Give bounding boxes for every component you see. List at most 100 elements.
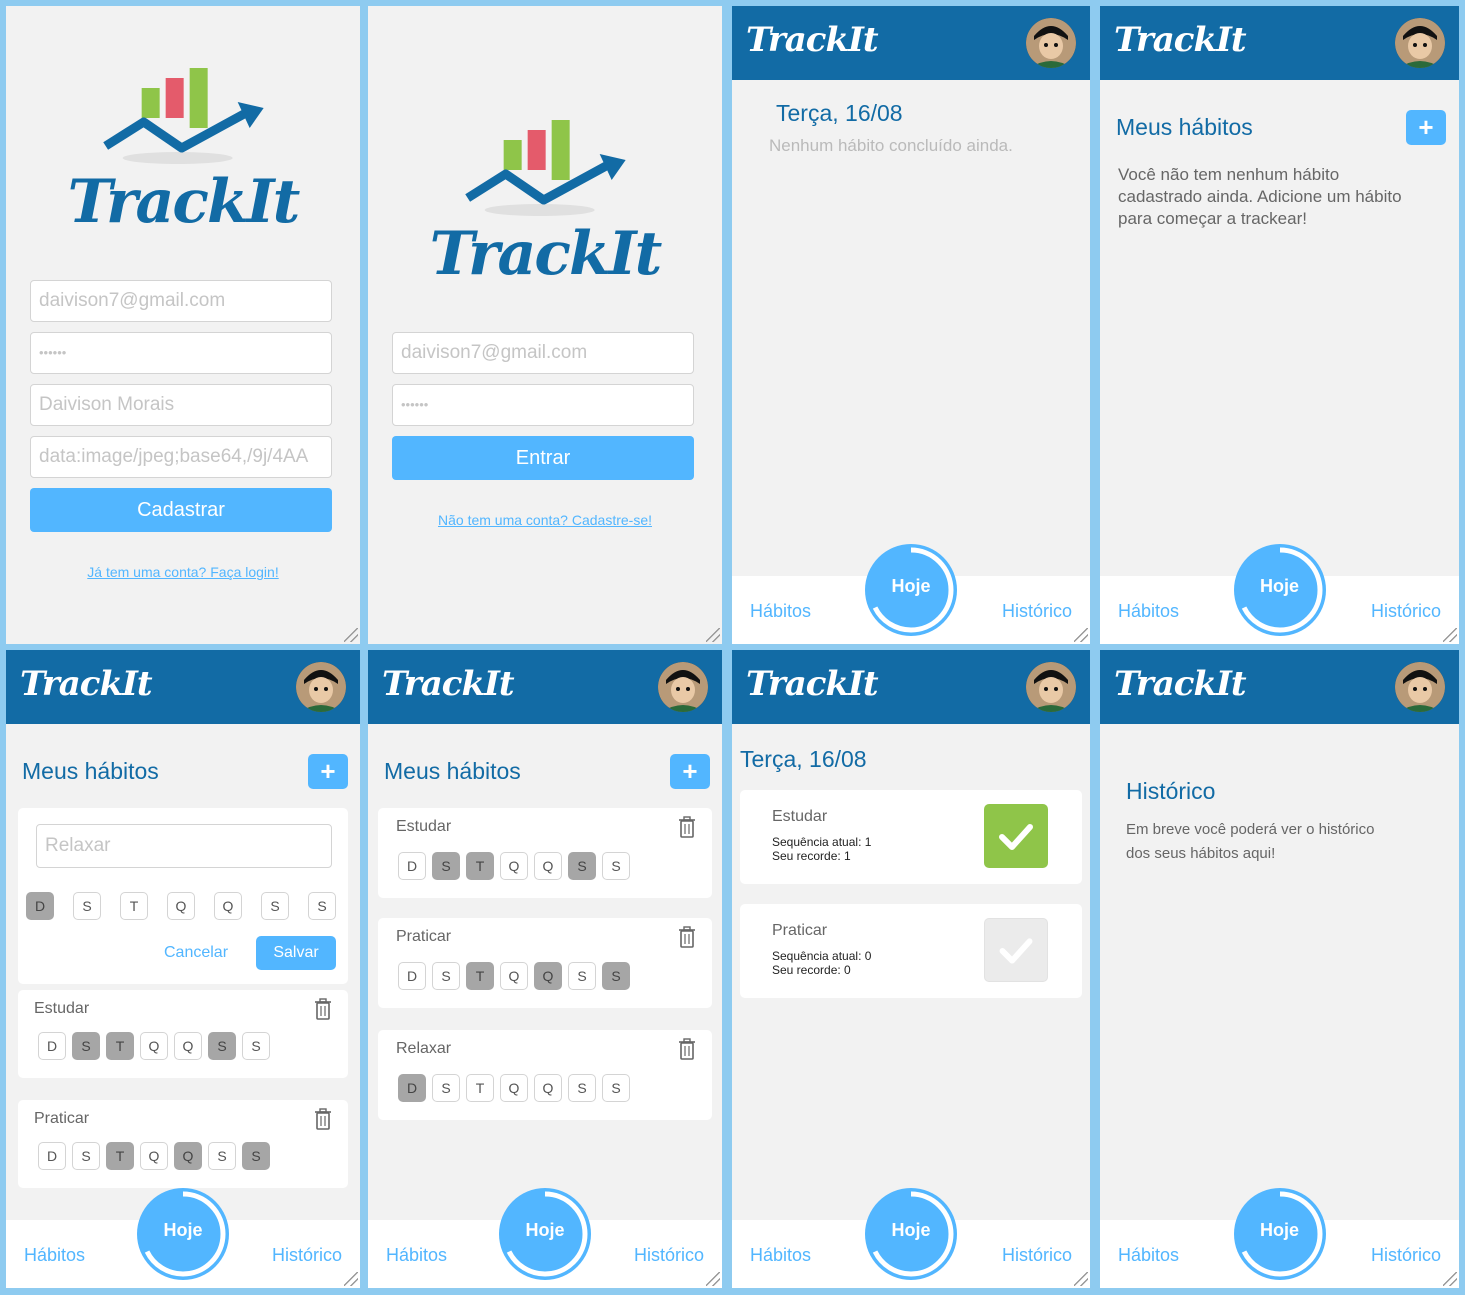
add-habit-button[interactable]: + [308, 754, 348, 789]
nav-habitos[interactable]: Hábitos [386, 1245, 447, 1266]
today-button[interactable]: Hoje [137, 1188, 229, 1280]
today-button[interactable]: Hoje [1233, 544, 1326, 636]
weekday-chip: S [72, 1032, 100, 1060]
weekday-toggle[interactable]: S [261, 892, 289, 920]
nav-habitos[interactable]: Hábitos [750, 601, 811, 622]
name-field[interactable]: Daivison Morais [30, 384, 332, 426]
resize-handle[interactable] [706, 628, 720, 642]
avatar-icon[interactable] [658, 662, 708, 712]
nav-historico[interactable]: Histórico [1002, 1245, 1072, 1266]
save-button[interactable]: Salvar [256, 936, 336, 970]
habit-name-input[interactable]: Relaxar [36, 824, 332, 868]
trash-icon[interactable] [678, 816, 696, 838]
nav-habitos[interactable]: Hábitos [1118, 1245, 1179, 1266]
weekday-chip: Q [174, 1032, 202, 1060]
weekday-chip: S [208, 1142, 236, 1170]
weekday-chip: Q [534, 852, 562, 880]
nav-historico[interactable]: Histórico [272, 1245, 342, 1266]
history-message: Em breve você poderá ver o histórico dos… [1126, 821, 1375, 862]
weekday-chip: Q [534, 962, 562, 990]
resize-handle[interactable] [1074, 1272, 1088, 1286]
nav-habitos[interactable]: Hábitos [750, 1245, 811, 1266]
resize-handle[interactable] [344, 628, 358, 642]
password-field[interactable]: •••••• [392, 384, 694, 426]
top-bar: TrackIt [368, 650, 722, 724]
resize-handle[interactable] [1074, 628, 1088, 642]
today-screen: TrackIt Terça, 16/08 Estudar Sequência a… [732, 650, 1090, 1288]
today-button[interactable]: Hoje [865, 1188, 957, 1280]
nav-habitos[interactable]: Hábitos [24, 1245, 85, 1266]
resize-handle[interactable] [344, 1272, 358, 1286]
weekday-selector: D S T Q Q S S [26, 892, 336, 920]
nav-habitos[interactable]: Hábitos [1118, 601, 1179, 622]
login-link[interactable]: Já tem uma conta? Faça login! [6, 564, 360, 580]
weekday-chip: S [242, 1032, 270, 1060]
resize-handle[interactable] [1443, 628, 1457, 642]
today-button[interactable]: Hoje [499, 1188, 591, 1280]
today-date: Terça, 16/08 [776, 100, 903, 126]
email-field[interactable]: daivison7@gmail.com [30, 280, 332, 322]
weekday-chip: Q [534, 1074, 562, 1102]
today-date: Terça, 16/08 [740, 746, 867, 772]
weekday-chip: Q [500, 852, 528, 880]
nav-historico[interactable]: Histórico [1371, 1245, 1441, 1266]
signup-button[interactable]: Cadastrar [30, 488, 332, 532]
logo-chart-icon [465, 120, 626, 216]
resize-handle[interactable] [1443, 1272, 1457, 1286]
habit-name: Estudar [772, 808, 828, 825]
top-bar: TrackIt [6, 650, 360, 724]
nav-historico[interactable]: Histórico [634, 1245, 704, 1266]
avatar-icon[interactable] [1395, 18, 1445, 68]
trash-icon[interactable] [314, 998, 332, 1020]
weekday-chip: Q [500, 962, 528, 990]
add-habit-button[interactable]: + [670, 754, 710, 789]
weekday-chip: T [106, 1142, 134, 1170]
avatar-icon[interactable] [1395, 662, 1445, 712]
today-empty-screen: TrackIt Terça, 16/08 Nenhum hábito concl… [732, 6, 1090, 644]
photo-field[interactable]: data:image/jpeg;base64,/9j/4AA [30, 436, 332, 478]
avatar-icon[interactable] [1026, 662, 1076, 712]
page-title: Meus hábitos [384, 758, 521, 784]
today-button-label: Hoje [163, 1220, 203, 1240]
weekday-list: D S T Q Q S S [398, 852, 630, 880]
page-title: Meus hábitos [1116, 114, 1253, 140]
weekday-chip: D [398, 1074, 426, 1102]
habit-card: Praticar D S T Q Q S S [18, 1100, 348, 1188]
today-button[interactable]: Hoje [1233, 1188, 1326, 1280]
avatar-icon[interactable] [296, 662, 346, 712]
habits-create-screen: TrackIt Meus hábitos + Relaxar D S T Q Q… [6, 650, 360, 1288]
weekday-chip: S [432, 962, 460, 990]
password-field[interactable]: •••••• [30, 332, 332, 374]
trash-icon[interactable] [314, 1108, 332, 1130]
weekday-toggle[interactable]: Q [167, 892, 195, 920]
weekday-toggle[interactable]: S [308, 892, 336, 920]
weekday-toggle[interactable]: S [73, 892, 101, 920]
login-button[interactable]: Entrar [392, 436, 694, 480]
today-button-label: Hoje [1259, 576, 1299, 596]
weekday-chip: S [72, 1142, 100, 1170]
habit-card: Estudar D S T Q Q S S [18, 990, 348, 1078]
habit-name: Estudar [34, 1000, 90, 1017]
avatar-icon[interactable] [1026, 18, 1076, 68]
logo-wordmark: TrackIt [429, 219, 663, 289]
trash-icon[interactable] [678, 1038, 696, 1060]
check-button[interactable] [984, 804, 1048, 868]
weekday-chip: T [106, 1032, 134, 1060]
trash-icon[interactable] [678, 926, 696, 948]
weekday-chip: S [602, 1074, 630, 1102]
nav-historico[interactable]: Histórico [1002, 601, 1072, 622]
check-button[interactable] [984, 918, 1048, 982]
weekday-toggle[interactable]: T [120, 892, 148, 920]
resize-handle[interactable] [706, 1272, 720, 1286]
signup-link[interactable]: Não tem uma conta? Cadastre-se! [368, 512, 722, 528]
nav-historico[interactable]: Histórico [1371, 601, 1441, 622]
weekday-toggle[interactable]: D [26, 892, 54, 920]
today-button[interactable]: Hoje [865, 544, 957, 636]
weekday-toggle[interactable]: Q [214, 892, 242, 920]
email-field[interactable]: daivison7@gmail.com [392, 332, 694, 374]
header-logo: TrackIt [20, 664, 153, 704]
today-button-label: Hoje [525, 1220, 565, 1240]
header-logo: TrackIt [382, 664, 515, 704]
cancel-button[interactable]: Cancelar [164, 944, 228, 962]
add-habit-button[interactable]: + [1406, 110, 1446, 145]
